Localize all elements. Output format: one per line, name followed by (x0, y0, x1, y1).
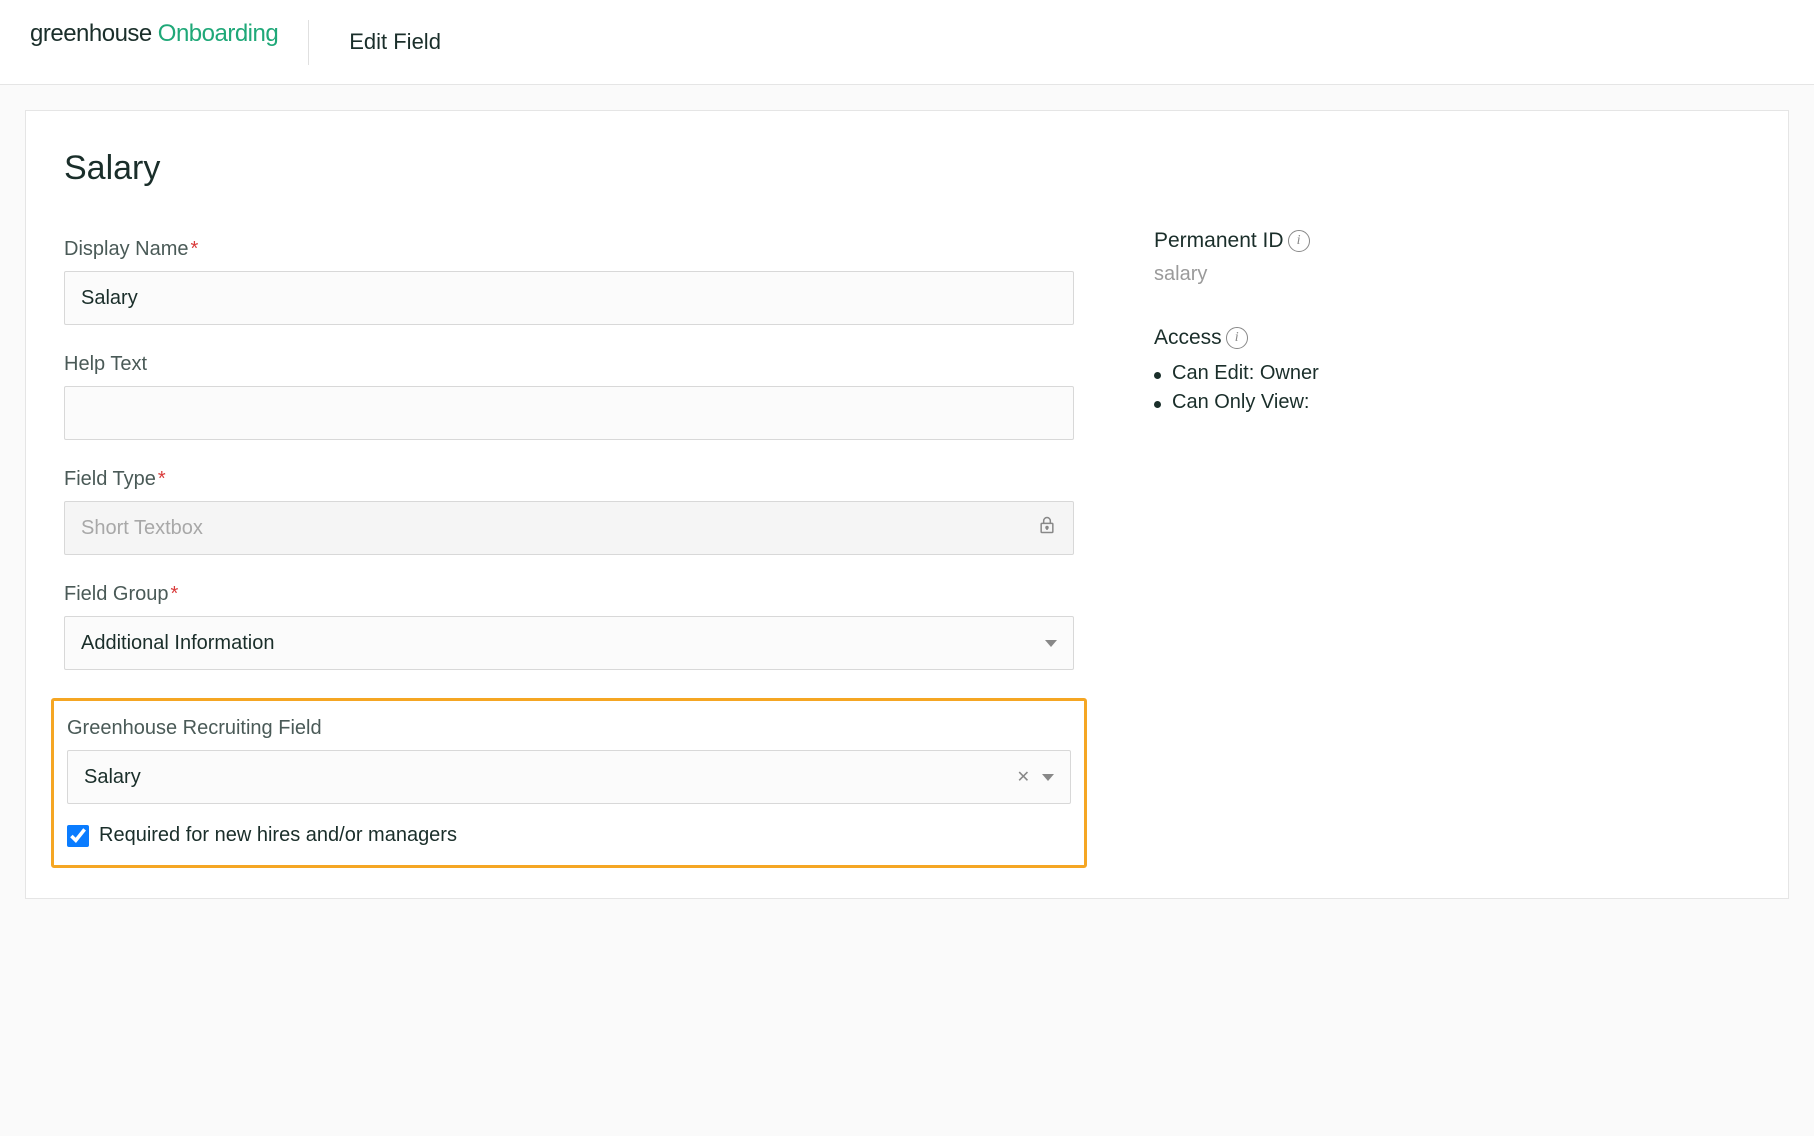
lock-icon (1037, 514, 1057, 542)
access-list: Can Edit: Owner Can Only View: (1154, 362, 1414, 414)
info-icon[interactable]: i (1226, 327, 1248, 349)
breadcrumb: Edit Field (309, 29, 441, 55)
permanent-id-value: salary (1154, 263, 1414, 286)
field-group-group: Field Group* Additional Information (64, 583, 1074, 670)
required-indicator: * (158, 468, 166, 490)
clear-icon[interactable]: ✕ (1013, 767, 1034, 787)
help-text-group: Help Text (64, 353, 1074, 440)
field-type-value: Short Textbox (81, 517, 203, 540)
required-checkbox[interactable] (67, 825, 89, 847)
field-type-label: Field Type* (64, 468, 1074, 491)
chevron-down-icon (1045, 640, 1057, 647)
field-type-group: Field Type* Short Textbox (64, 468, 1074, 555)
access-can-view: Can Only View: (1154, 391, 1414, 414)
required-checkbox-label[interactable]: Required for new hires and/or managers (99, 824, 457, 847)
required-indicator: * (190, 238, 198, 260)
recruiting-field-group: Greenhouse Recruiting Field Salary ✕ (64, 717, 1074, 804)
display-name-label: Display Name* (64, 238, 1074, 261)
main-column: Salary Display Name* Help Text Field Typ… (64, 149, 1074, 868)
page-container: Salary Display Name* Help Text Field Typ… (0, 85, 1814, 899)
recruiting-field-select[interactable]: Salary ✕ (67, 750, 1071, 804)
field-group-label: Field Group* (64, 583, 1074, 606)
permanent-id-heading: Permanent ID i (1154, 229, 1414, 253)
required-checkbox-row: Required for new hires and/or managers (64, 824, 1074, 847)
required-indicator: * (171, 583, 179, 605)
logo-greenhouse-text: greenhouse (30, 20, 152, 48)
side-column: Permanent ID i salary Access i Can Edit:… (1154, 149, 1414, 868)
display-name-input[interactable] (64, 271, 1074, 325)
access-can-edit: Can Edit: Owner (1154, 362, 1414, 385)
field-group-value: Additional Information (81, 632, 274, 655)
field-group-select[interactable]: Additional Information (64, 616, 1074, 670)
recruiting-field-value: Salary (84, 766, 141, 789)
chevron-down-icon (1042, 774, 1054, 781)
recruiting-field-label: Greenhouse Recruiting Field (67, 717, 1071, 740)
page-title: Salary (64, 149, 1074, 188)
app-header: greenhouse Onboarding Edit Field (0, 0, 1814, 85)
highlighted-section: Greenhouse Recruiting Field Salary ✕ (51, 698, 1087, 868)
help-text-label: Help Text (64, 353, 1074, 376)
access-heading: Access i (1154, 326, 1414, 350)
logo[interactable]: greenhouse Onboarding (30, 20, 309, 65)
help-text-input[interactable] (64, 386, 1074, 440)
display-name-group: Display Name* (64, 238, 1074, 325)
field-type-select: Short Textbox (64, 501, 1074, 555)
info-icon[interactable]: i (1288, 230, 1310, 252)
logo-onboarding-text: Onboarding (158, 20, 278, 48)
edit-field-card: Salary Display Name* Help Text Field Typ… (25, 110, 1789, 899)
